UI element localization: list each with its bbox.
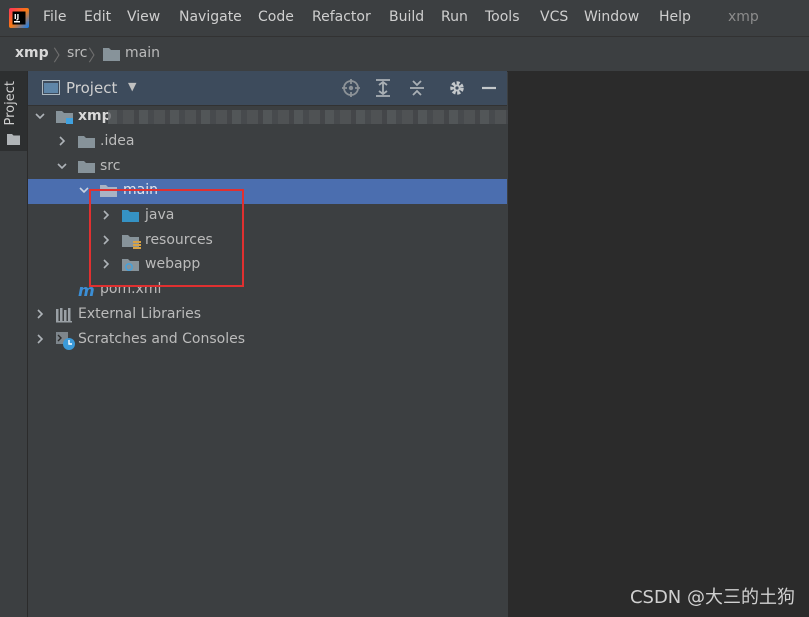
menu-help[interactable]: Help (659, 9, 691, 25)
libraries-icon (56, 308, 72, 323)
watermark: CSDN @大三的土狗 (629, 587, 795, 608)
tree-row-scratches[interactable]: Scratches and Consoles (28, 328, 507, 353)
tree-label: .idea (100, 133, 135, 149)
chevron-down-icon[interactable] (34, 110, 46, 122)
tool-window-stripe: Project (0, 71, 28, 617)
menu-edit[interactable]: Edit (84, 9, 111, 25)
chevron-right-icon[interactable] (56, 135, 68, 147)
svg-text:IJ: IJ (14, 13, 19, 21)
chevron-right-icon[interactable] (34, 308, 46, 320)
locate-icon[interactable] (341, 79, 361, 97)
gear-icon[interactable] (447, 79, 467, 97)
tree-row-external-libraries[interactable]: External Libraries (28, 303, 507, 328)
collapse-all-icon[interactable] (407, 79, 427, 97)
chevron-down-icon[interactable]: ▼ (128, 80, 136, 93)
project-panel-header: Project ▼ (28, 71, 507, 106)
tree-label: src (100, 158, 121, 174)
menu-file[interactable]: File (43, 9, 66, 25)
folder-icon (7, 134, 20, 145)
chevron-right-icon[interactable] (34, 333, 46, 345)
chevron-down-icon[interactable] (56, 160, 68, 172)
project-panel: Project ▼ xmp .idea src main java resour… (28, 71, 508, 617)
menu-code[interactable]: Code (258, 9, 294, 25)
menu-build[interactable]: Build (389, 9, 424, 25)
menu-view[interactable]: View (127, 9, 160, 25)
tree-row-src[interactable]: src (28, 155, 507, 180)
project-view-selector[interactable]: Project (66, 79, 117, 97)
editor-area[interactable] (508, 71, 809, 617)
window-project-name: xmp (728, 9, 759, 25)
breadcrumb-src[interactable]: src (67, 45, 87, 61)
highlight-box (89, 189, 244, 287)
tree-row-idea[interactable]: .idea (28, 130, 507, 155)
menu-vcs[interactable]: VCS (540, 9, 568, 25)
breadcrumb: xmp 〉 src 〉 main (0, 36, 809, 72)
project-stripe-label: Project (3, 81, 18, 126)
tree-label: External Libraries (78, 306, 201, 322)
menu-navigate[interactable]: Navigate (179, 9, 242, 25)
breadcrumb-separator: 〉 (88, 46, 105, 65)
breadcrumb-main[interactable]: main (125, 45, 160, 61)
menu-run[interactable]: Run (441, 9, 468, 25)
menu-bar: IJ File Edit View Navigate Code Refactor… (0, 0, 809, 36)
module-folder-icon (56, 111, 73, 124)
scratches-icon (56, 332, 75, 350)
tree-label: xmp (78, 108, 112, 124)
folder-icon (78, 161, 95, 173)
menu-refactor[interactable]: Refactor (312, 9, 371, 25)
folder-icon (103, 48, 120, 61)
tree-label: Scratches and Consoles (78, 331, 245, 347)
obscured-path (108, 110, 508, 124)
menu-window[interactable]: Window (584, 9, 639, 25)
breadcrumb-xmp[interactable]: xmp (15, 45, 49, 61)
intellij-logo-icon: IJ (9, 8, 29, 28)
project-view-icon (42, 80, 60, 95)
menu-tools[interactable]: Tools (485, 9, 520, 25)
project-tool-button[interactable]: Project (0, 71, 27, 151)
expand-all-icon[interactable] (373, 79, 393, 97)
tree-row-xmp[interactable]: xmp (28, 105, 508, 130)
folder-icon (78, 136, 95, 148)
minimize-icon[interactable] (479, 79, 499, 97)
